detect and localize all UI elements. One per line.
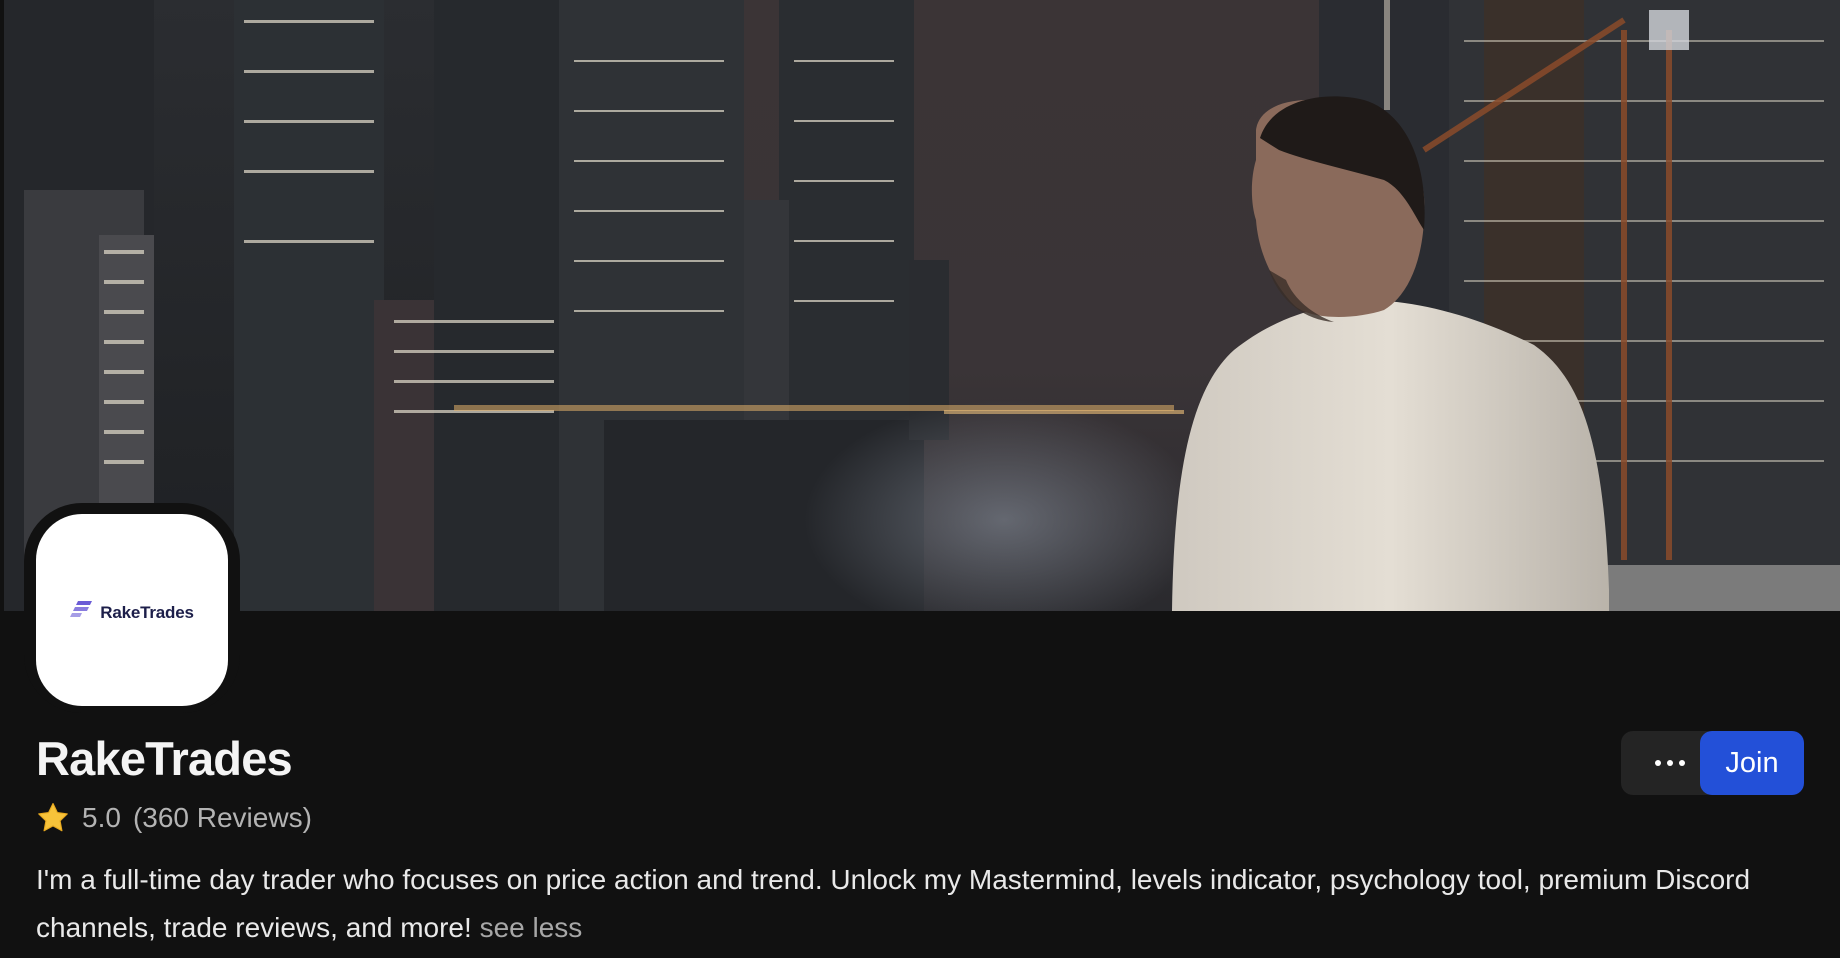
see-less-link[interactable]: see less — [480, 912, 583, 943]
rating-score: 5.0 — [82, 802, 121, 833]
community-title: RakeTrades — [36, 732, 293, 785]
description-text: I'm a full-time day trader who focuses o… — [36, 864, 1751, 943]
raketrades-logo-icon — [70, 601, 93, 617]
more-horizontal-icon-dot — [1666, 760, 1673, 766]
cover-image — [4, 0, 1840, 611]
community-page: RakeTrades RakeTrades 5.0 (360 Reviews) … — [0, 0, 1840, 958]
community-description: I'm a full-time day trader who focuses o… — [36, 856, 1806, 952]
join-button[interactable]: Join — [1700, 731, 1804, 795]
star-icon — [38, 802, 68, 832]
cover-photo-illustration — [4, 0, 1840, 611]
rating-summary[interactable]: 5.0 (360 Reviews) — [36, 801, 312, 835]
community-logo[interactable]: RakeTrades — [36, 514, 228, 706]
more-horizontal-icon — [1654, 760, 1661, 766]
logo-wordmark: RakeTrades — [100, 603, 194, 622]
rating-reviews[interactable]: (360 Reviews) — [133, 802, 312, 834]
more-horizontal-icon-dot — [1678, 760, 1685, 766]
